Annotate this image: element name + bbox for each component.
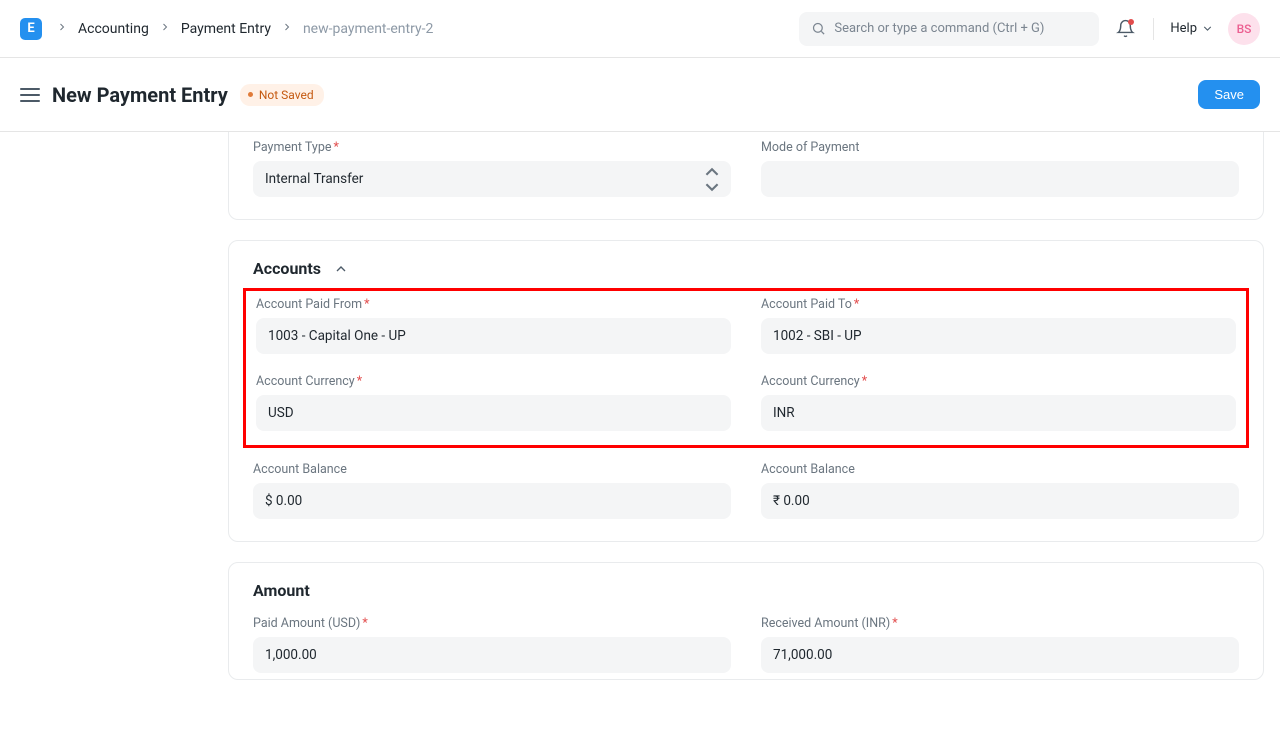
field-balance-to: Account Balance ₹ 0.00 bbox=[761, 462, 1239, 519]
payment-type-value: Internal Transfer bbox=[265, 171, 363, 187]
currency-to-input[interactable]: INR bbox=[761, 395, 1236, 431]
balance-to-display: ₹ 0.00 bbox=[761, 483, 1239, 519]
card-amount: Amount Paid Amount (USD)* 1,000.00 Recei… bbox=[228, 562, 1264, 680]
label-currency-to: Account Currency* bbox=[761, 374, 1236, 389]
balance-from-value: $ 0.00 bbox=[265, 493, 302, 509]
currency-from-input[interactable]: USD bbox=[256, 395, 731, 431]
balance-from-display: $ 0.00 bbox=[253, 483, 731, 519]
select-stepper-icon bbox=[705, 165, 719, 194]
breadcrumb: Accounting Payment Entry new-payment-ent… bbox=[56, 21, 433, 37]
section-title-amount[interactable]: Amount bbox=[253, 581, 1239, 600]
highlight-accounts: Account Paid From* 1003 - Capital One - … bbox=[243, 288, 1249, 448]
navbar: E Accounting Payment Entry new-payment-e… bbox=[0, 0, 1280, 58]
paid-amount-value: 1,000.00 bbox=[265, 647, 317, 663]
currency-from-value: USD bbox=[268, 405, 294, 421]
search-input[interactable]: Search or type a command (Ctrl + G) bbox=[799, 12, 1099, 46]
card-accounts: Accounts Account Paid From* 1003 - Capit… bbox=[228, 240, 1264, 542]
account-paid-from-input[interactable]: 1003 - Capital One - UP bbox=[256, 318, 731, 354]
status-badge: Not Saved bbox=[240, 84, 324, 106]
search-icon bbox=[811, 21, 826, 36]
avatar[interactable]: BS bbox=[1228, 13, 1260, 45]
form-canvas: Payment Type* Internal Transfer Mode of … bbox=[0, 132, 1280, 740]
breadcrumb-link-accounting[interactable]: Accounting bbox=[78, 21, 149, 37]
save-button[interactable]: Save bbox=[1198, 80, 1260, 109]
paid-amount-input[interactable]: 1,000.00 bbox=[253, 637, 731, 673]
label-received-amount: Received Amount (INR)* bbox=[761, 616, 1239, 631]
label-balance-to: Account Balance bbox=[761, 462, 1239, 477]
received-amount-value: 71,000.00 bbox=[773, 647, 832, 663]
field-mode-of-payment: Mode of Payment bbox=[761, 140, 1239, 197]
help-label: Help bbox=[1170, 21, 1197, 36]
currency-to-value: INR bbox=[773, 405, 795, 421]
label-paid-amount: Paid Amount (USD)* bbox=[253, 616, 731, 631]
field-paid-amount: Paid Amount (USD)* 1,000.00 bbox=[253, 616, 731, 673]
field-account-paid-to: Account Paid To* 1002 - SBI - UP bbox=[761, 297, 1236, 354]
label-balance-from: Account Balance bbox=[253, 462, 731, 477]
section-title-accounts[interactable]: Accounts bbox=[253, 259, 1239, 278]
card-payment: Payment Type* Internal Transfer Mode of … bbox=[228, 132, 1264, 220]
help-menu[interactable]: Help bbox=[1170, 21, 1214, 36]
balance-to-value: ₹ 0.00 bbox=[773, 493, 810, 509]
account-paid-to-value: 1002 - SBI - UP bbox=[773, 328, 862, 344]
field-account-paid-from: Account Paid From* 1003 - Capital One - … bbox=[256, 297, 731, 354]
app-logo[interactable]: E bbox=[20, 18, 42, 40]
received-amount-input[interactable]: 71,000.00 bbox=[761, 637, 1239, 673]
field-received-amount: Received Amount (INR)* 71,000.00 bbox=[761, 616, 1239, 673]
breadcrumb-current: new-payment-entry-2 bbox=[303, 21, 433, 37]
notification-dot bbox=[1128, 19, 1134, 25]
field-currency-from: Account Currency* USD bbox=[256, 374, 731, 431]
field-balance-from: Account Balance $ 0.00 bbox=[253, 462, 731, 519]
status-text: Not Saved bbox=[259, 88, 314, 102]
chevron-right-icon bbox=[159, 21, 171, 37]
menu-toggle[interactable] bbox=[20, 88, 40, 102]
account-paid-to-input[interactable]: 1002 - SBI - UP bbox=[761, 318, 1236, 354]
field-currency-to: Account Currency* INR bbox=[761, 374, 1236, 431]
status-dot-icon bbox=[248, 92, 253, 97]
page-title: New Payment Entry bbox=[52, 83, 228, 107]
label-mode-of-payment: Mode of Payment bbox=[761, 140, 1239, 155]
search-placeholder: Search or type a command (Ctrl + G) bbox=[834, 21, 1044, 36]
breadcrumb-link-payment-entry[interactable]: Payment Entry bbox=[181, 21, 271, 37]
chevron-right-icon bbox=[281, 21, 293, 37]
notifications-button[interactable] bbox=[1113, 17, 1137, 41]
chevron-right-icon bbox=[56, 21, 68, 37]
divider bbox=[1153, 18, 1154, 40]
mode-of-payment-input[interactable] bbox=[761, 161, 1239, 197]
chevron-down-icon bbox=[1201, 22, 1214, 35]
label-account-paid-from: Account Paid From* bbox=[256, 297, 731, 312]
label-payment-type: Payment Type* bbox=[253, 140, 731, 155]
page-header: New Payment Entry Not Saved Save bbox=[0, 58, 1280, 132]
chevron-up-icon bbox=[333, 261, 349, 277]
field-payment-type: Payment Type* Internal Transfer bbox=[253, 140, 731, 197]
account-paid-from-value: 1003 - Capital One - UP bbox=[268, 328, 406, 344]
payment-type-select[interactable]: Internal Transfer bbox=[253, 161, 731, 197]
label-currency-from: Account Currency* bbox=[256, 374, 731, 389]
label-account-paid-to: Account Paid To* bbox=[761, 297, 1236, 312]
